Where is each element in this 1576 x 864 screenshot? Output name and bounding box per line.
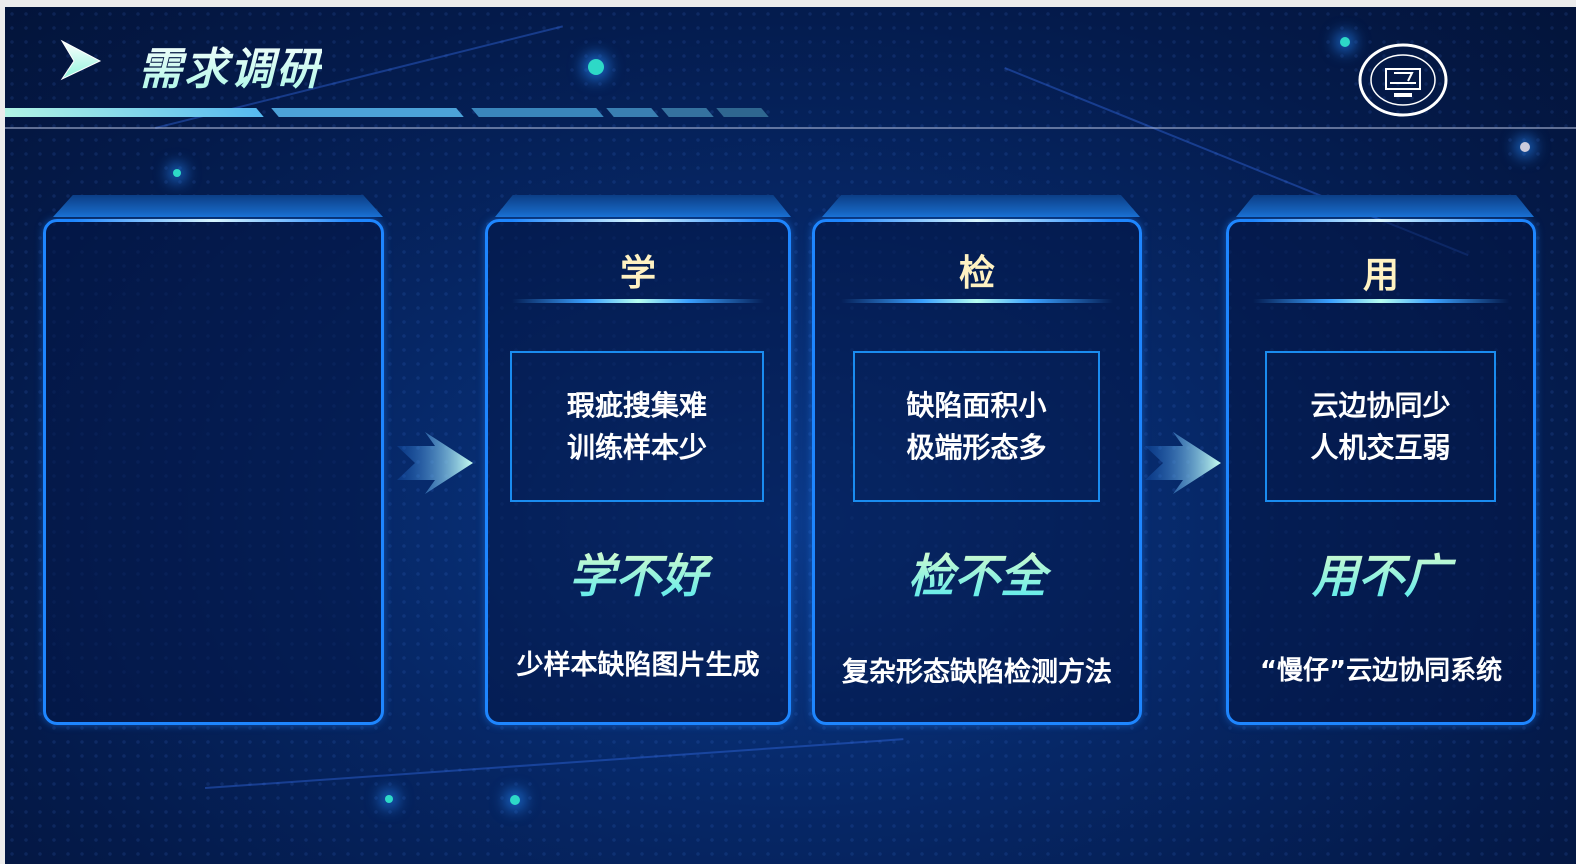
bg-node: [173, 169, 181, 177]
card-tab: [495, 195, 791, 217]
arrow-right-icon: [397, 432, 473, 494]
slide: 需求调研 学 瑕疵搜集难 训练样本少 学不好 少样本缺陷图片生成 检 缺陷面积小…: [5, 7, 1576, 864]
card-tab: [53, 195, 383, 217]
slide-title: 需求调研: [138, 33, 322, 97]
problem-line: 训练样本少: [566, 430, 707, 464]
card-slogan: 用不广: [1229, 540, 1533, 606]
problem-line: 缺陷面积小: [906, 388, 1047, 422]
problem-line: 人机交互弱: [1310, 430, 1451, 464]
problem-line: 极端形态多: [906, 430, 1047, 464]
card-empty: [43, 219, 384, 725]
card-learn: 学 瑕疵搜集难 训练样本少 学不好 少样本缺陷图片生成: [485, 219, 791, 725]
bg-node: [1340, 37, 1350, 47]
bg-node: [385, 795, 393, 803]
card-solution: 复杂形态缺陷检测方法: [842, 657, 1112, 688]
title-bar: [606, 108, 659, 117]
card-tab: [822, 195, 1140, 217]
card-slogan: 学不好: [488, 540, 788, 606]
card-heading: 用: [1362, 255, 1399, 296]
problem-line: 云边协同少: [1310, 388, 1451, 422]
card-solution: 少样本缺陷图片生成: [516, 650, 760, 681]
card-detect: 检 缺陷面积小 极端形态多 检不全 复杂形态缺陷检测方法: [812, 219, 1142, 725]
card-use: 用 云边协同少 人机交互弱 用不广 “慢仔”云边协同系统: [1226, 219, 1536, 725]
title-arrow-icon: [60, 39, 102, 81]
card-tab: [1236, 195, 1534, 217]
problem-line: 瑕疵搜集难: [566, 388, 707, 422]
bg-node: [510, 795, 520, 805]
problem-box: 云边协同少 人机交互弱: [1265, 351, 1496, 502]
title-bar: [5, 108, 264, 117]
card-solution: “慢仔”云边协同系统: [1259, 656, 1503, 686]
title-bar: [471, 108, 604, 117]
problem-box: 缺陷面积小 极端形态多: [853, 351, 1100, 502]
bg-line: [205, 738, 904, 789]
arrow-right-icon: [1145, 432, 1221, 494]
title-rule: [5, 127, 1576, 129]
title-bar: [716, 108, 769, 117]
bg-node: [1520, 142, 1530, 152]
title-bar: [661, 108, 714, 117]
card-heading: 学: [619, 253, 656, 294]
title-bar: [271, 108, 464, 117]
problem-box: 瑕疵搜集难 训练样本少: [510, 351, 764, 502]
card-divider: [1253, 299, 1509, 303]
bg-node: [588, 59, 604, 75]
card-slogan: 检不全: [815, 540, 1139, 606]
university-logo: [1358, 43, 1448, 117]
card-divider: [512, 299, 764, 303]
card-heading: 检: [958, 253, 995, 294]
card-divider: [840, 299, 1114, 303]
